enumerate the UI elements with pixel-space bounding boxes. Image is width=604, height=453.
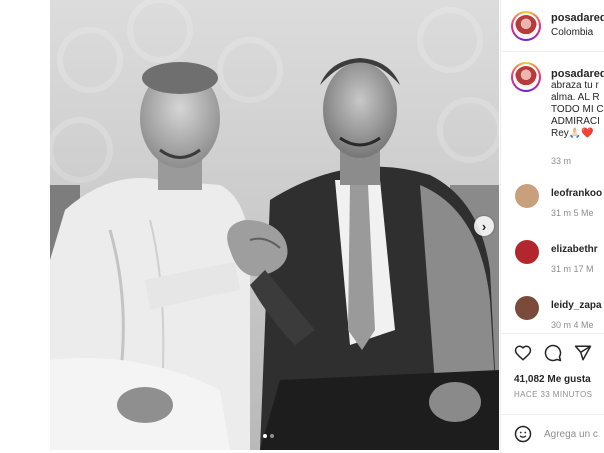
comment-item: leofrankoo 31 m 5 Me — [501, 184, 604, 228]
caption-line: alma. AL R — [551, 92, 600, 103]
caption-author-avatar[interactable] — [511, 62, 541, 92]
commenter-username[interactable]: leidy_zapa — [551, 300, 602, 311]
comment-bubble-icon — [544, 344, 562, 362]
carousel-indicator — [263, 434, 274, 438]
carousel-dot — [270, 434, 274, 438]
commenter-username[interactable]: leofrankoo — [551, 188, 602, 199]
caption-time: 33 m — [551, 156, 572, 166]
heart-icon — [514, 345, 532, 361]
comment-input[interactable] — [544, 426, 604, 442]
photo-image — [50, 0, 499, 450]
author-username[interactable]: posadaredc — [551, 12, 604, 24]
chevron-right-icon: › — [481, 218, 487, 234]
comment-meta: 30 m 4 Me — [551, 320, 594, 330]
commenter-avatar[interactable] — [515, 240, 539, 264]
author-avatar[interactable] — [511, 11, 541, 41]
caption-author-username[interactable]: posadaredc — [551, 68, 604, 80]
comment-item: elizabethr 31 m 17 M — [501, 240, 604, 284]
post-side-panel: posadaredc Colombia posadaredc abraza tu… — [500, 0, 604, 453]
commenter-avatar[interactable] — [515, 296, 539, 320]
caption-line: Rey🙏🏻❤️ — [551, 128, 594, 139]
post-photo[interactable] — [50, 0, 499, 450]
post-actions: 41,082 Me gusta HACE 33 MINUTOS — [501, 333, 604, 453]
caption-line: abraza tu r — [551, 80, 599, 91]
carousel-next-button[interactable]: › — [474, 216, 494, 236]
post-header: posadaredc Colombia — [501, 0, 604, 52]
add-comment-bar — [501, 414, 604, 453]
share-button[interactable] — [572, 342, 594, 364]
carousel-dot — [263, 434, 267, 438]
like-count[interactable]: 41,082 Me gusta — [514, 374, 591, 385]
smiley-icon — [514, 425, 532, 443]
paper-plane-icon — [574, 345, 592, 361]
comment-button[interactable] — [542, 342, 564, 364]
post-location[interactable]: Colombia — [551, 27, 593, 38]
like-button[interactable] — [512, 342, 534, 364]
commenter-username[interactable]: elizabethr — [551, 244, 598, 255]
comment-meta: 31 m 5 Me — [551, 208, 594, 218]
comment-meta: 31 m 17 M — [551, 264, 594, 274]
post-timestamp[interactable]: HACE 33 MINUTOS — [514, 390, 592, 399]
caption-line: ADMIRACI — [551, 116, 600, 127]
caption-text: abraza tu r alma. AL R TODO MI C ADMIRAC… — [551, 80, 604, 140]
caption-line: TODO MI C — [551, 104, 604, 115]
emoji-button[interactable] — [514, 425, 532, 443]
commenter-avatar[interactable] — [515, 184, 539, 208]
